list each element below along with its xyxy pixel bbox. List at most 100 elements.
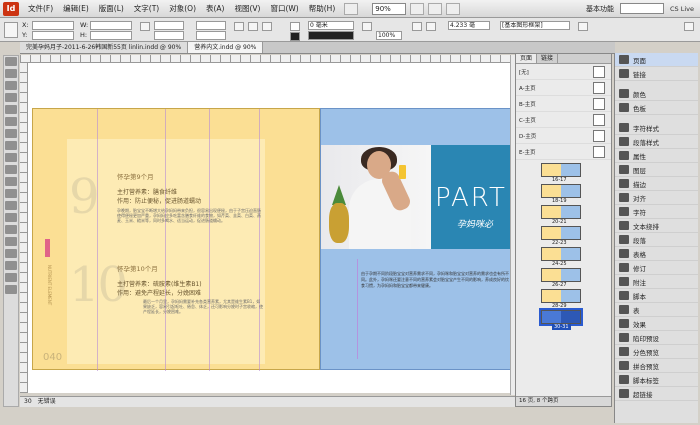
effect-9[interactable]: 作用：防止便秘，促进肠道蠕动 (117, 196, 201, 205)
fill-swatch-icon[interactable] (290, 22, 300, 31)
intro-text[interactable]: 由于孕期不同阶段胎宝宝对营养需求不同，孕妈咪和胎宝宝对营养的需求也会有所不同。此… (361, 271, 510, 289)
new-object-style-icon[interactable] (578, 22, 588, 31)
type-tool-icon[interactable] (5, 105, 17, 114)
free-transform-tool-icon[interactable] (5, 189, 17, 198)
master-item[interactable]: E-主页 (516, 144, 611, 160)
flip-vertical-icon[interactable] (248, 22, 258, 31)
tab-document-1[interactable]: 完美孕妈月子-2011-6-26韩国新55页 linlin.indd @ 90% (20, 42, 189, 53)
dock-item-color[interactable]: 颜色 (615, 87, 698, 101)
spread-item-selected[interactable]: 30-31 (516, 308, 611, 330)
reference-point-icon[interactable] (4, 22, 18, 38)
tab-pages[interactable]: 页面 (516, 54, 538, 63)
dock-item-layers[interactable]: 图层 (615, 163, 698, 177)
pregnant-woman-photo[interactable] (321, 145, 431, 249)
drop-shadow-icon[interactable] (362, 22, 372, 31)
dock-item-script-label[interactable]: 脚本标签 (615, 373, 698, 387)
flip-horizontal-icon[interactable] (234, 22, 244, 31)
part-title-box[interactable]: PART 孕妈咪必 (431, 145, 510, 249)
panel-menu-icon[interactable] (684, 22, 694, 31)
eyedropper-tool-icon[interactable] (5, 225, 17, 234)
dock-item-pages[interactable]: 页面 (615, 53, 698, 67)
dock-item-links[interactable]: 链接 (615, 67, 698, 81)
formatting-icon[interactable] (5, 273, 17, 282)
body-text-9[interactable]: 孕晚期，胎宝宝不断增大给孕妈妈带来负担，很容易出现便秘，由于子宫压迫直肠使得便秘… (117, 208, 263, 250)
spread-item[interactable]: 28-29 (516, 288, 611, 309)
vertical-ruler[interactable] (20, 63, 28, 393)
text-wrap-icon[interactable] (412, 22, 422, 31)
dock-item-scripts[interactable]: 脚本 (615, 289, 698, 303)
rotate-field[interactable] (196, 21, 226, 30)
document-canvas[interactable]: 9 10 怀孕第9个月 主打营养素：膳食纤维 作用：防止便秘，促进肠道蠕动 孕晚… (28, 63, 510, 393)
direct-selection-tool-icon[interactable] (5, 69, 17, 78)
pencil-tool-icon[interactable] (5, 141, 17, 150)
master-item[interactable]: B-主页 (516, 96, 611, 112)
preflight-status[interactable]: 无错误 (38, 397, 56, 407)
menu-object[interactable]: 对象(O) (164, 3, 201, 14)
menu-file[interactable]: 文件(F) (23, 3, 58, 14)
y-field[interactable] (32, 31, 74, 40)
nutrient-9[interactable]: 主打营养素：膳食纤维 (117, 187, 177, 196)
x-field[interactable] (32, 21, 74, 30)
dock-item-character[interactable]: 字符 (615, 205, 698, 219)
view-options-icon[interactable] (410, 2, 425, 15)
page-tool-icon[interactable] (5, 81, 17, 90)
shear-field[interactable] (196, 31, 226, 40)
dock-item-hyperlinks[interactable]: 超链接 (615, 387, 698, 401)
zoom-select[interactable]: 90% (372, 2, 407, 15)
fill-stroke-icon[interactable] (5, 261, 17, 270)
nutrient-10[interactable]: 主打营养素：硫胺素(维生素B1) (117, 279, 202, 288)
dock-item-paragraph[interactable]: 段落 (615, 233, 698, 247)
dock-item-table[interactable]: 表 (615, 303, 698, 317)
left-page[interactable]: 9 10 怀孕第9个月 主打营养素：膳食纤维 作用：防止便秘，促进肠道蠕动 孕晚… (32, 108, 320, 371)
dock-item-attributes[interactable]: 属性 (615, 149, 698, 163)
scale-y-field[interactable] (154, 31, 184, 40)
dock-item-notes[interactable]: 附注 (615, 275, 698, 289)
view-mode-icon[interactable] (5, 285, 17, 294)
tab-document-2[interactable]: 营养内文.indd @ 90% (188, 42, 264, 53)
rectangle-tool-icon[interactable] (5, 165, 17, 174)
dock-item-trap-presets[interactable]: 陷印预设 (615, 331, 698, 345)
screen-mode-icon[interactable] (428, 2, 443, 15)
gap-tool-icon[interactable] (5, 93, 17, 102)
master-item[interactable]: A-主页 (516, 80, 611, 96)
spread-item[interactable]: 26-27 (516, 267, 611, 288)
master-item[interactable]: C-主页 (516, 112, 611, 128)
dock-item-flattener-preview[interactable]: 拼合预览 (615, 359, 698, 373)
scale-x-field[interactable] (154, 21, 184, 30)
rectangle-frame-tool-icon[interactable] (5, 153, 17, 162)
dock-item-separations-preview[interactable]: 分色预览 (615, 345, 698, 359)
pen-tool-icon[interactable] (5, 129, 17, 138)
menu-window[interactable]: 窗口(W) (265, 3, 303, 14)
right-page[interactable]: PART 孕妈咪必 由于孕期不同阶段胎宝宝对营养需求不同，孕妈咪和胎宝宝对营养的… (320, 108, 510, 370)
gradient-tool-icon[interactable] (5, 201, 17, 210)
stroke-swatch-icon[interactable] (290, 32, 300, 41)
dock-item-text-wrap[interactable]: 文本绕排 (615, 219, 698, 233)
fit-content-icon[interactable] (426, 22, 436, 31)
effect-10[interactable]: 作用：避免产程延长，分娩困难 (117, 288, 201, 297)
note-tool-icon[interactable] (5, 213, 17, 222)
menu-edit[interactable]: 编辑(E) (58, 3, 94, 14)
stroke-weight-field[interactable]: 0 毫米 (308, 21, 354, 30)
hand-tool-icon[interactable] (5, 237, 17, 246)
dock-item-character-styles[interactable]: 字符样式 (615, 121, 698, 135)
heading-month-9[interactable]: 怀孕第9个月 (117, 171, 154, 181)
arrange-documents-icon[interactable] (446, 2, 461, 15)
menu-view[interactable]: 视图(V) (229, 3, 265, 14)
dock-item-table-panel[interactable]: 表格 (615, 247, 698, 261)
scissors-tool-icon[interactable] (5, 177, 17, 186)
master-item[interactable]: D-主页 (516, 128, 611, 144)
page-number-field[interactable]: 30 (24, 397, 32, 407)
cs-live-button[interactable]: CS Live (670, 5, 694, 13)
menu-type[interactable]: 文字(T) (129, 3, 164, 14)
dock-item-stroke[interactable]: 描边 (615, 177, 698, 191)
heading-month-10[interactable]: 怀孕第10个月 (117, 263, 158, 273)
zoom-tool-icon[interactable] (5, 249, 17, 258)
gap-field[interactable]: 4.233 毫 (448, 21, 490, 30)
dock-item-effects[interactable]: 效果 (615, 317, 698, 331)
object-style-select[interactable]: [基本图形框架] (500, 21, 570, 30)
menu-table[interactable]: 表(A) (201, 3, 229, 14)
chain-icon[interactable] (140, 22, 150, 31)
spread-item[interactable]: 20-21 (516, 204, 611, 225)
spread-item[interactable]: 16-17 (516, 162, 611, 183)
spread-item[interactable]: 18-19 (516, 183, 611, 204)
